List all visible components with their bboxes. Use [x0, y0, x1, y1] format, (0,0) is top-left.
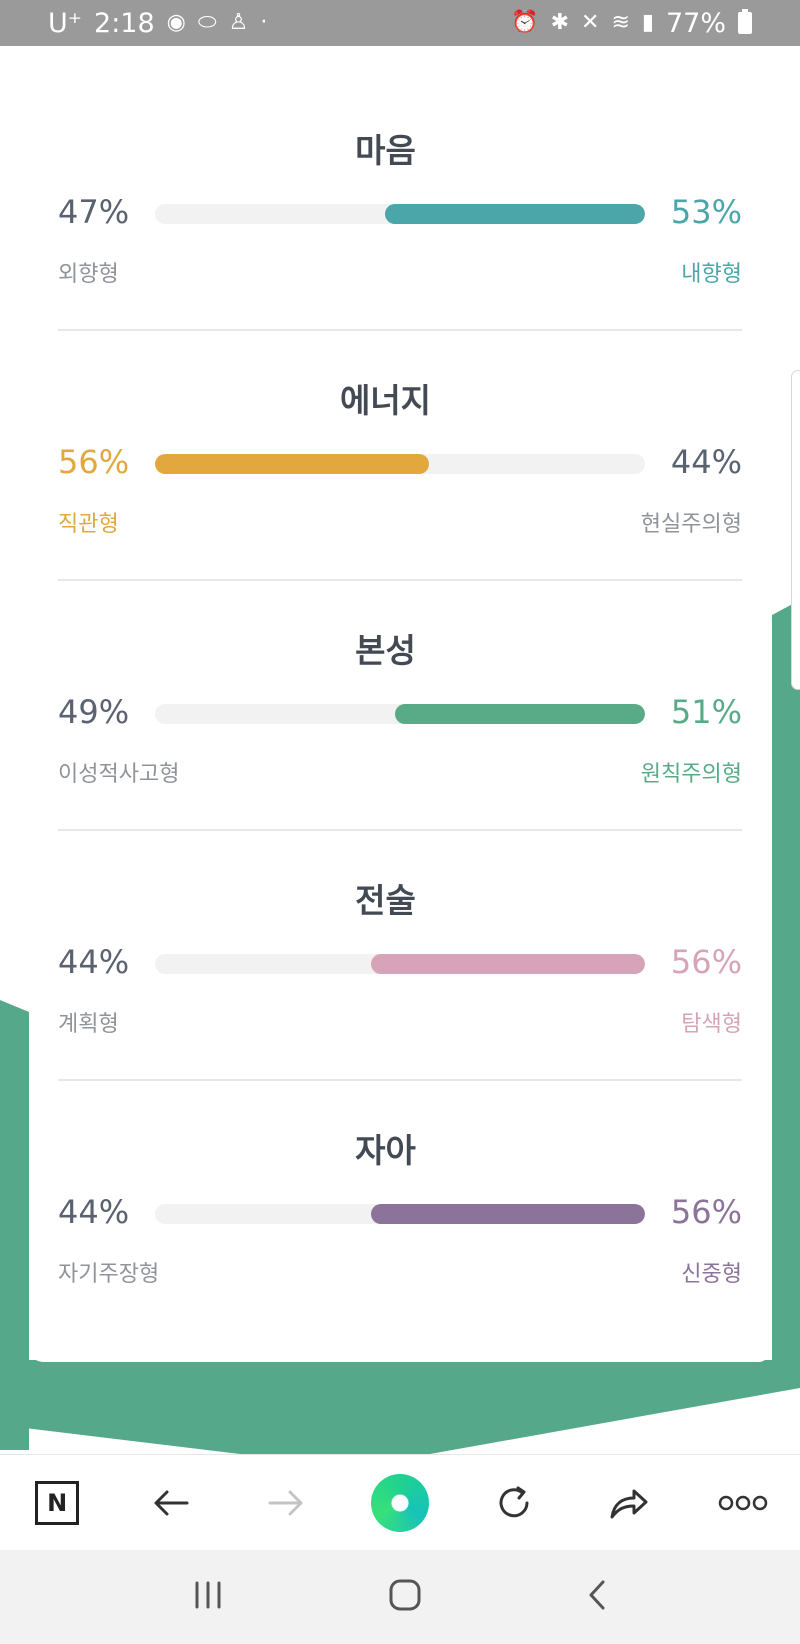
trait-section: 전술 44% 56% 계획형 탐색형: [29, 796, 742, 1081]
back-button[interactable]: [131, 1463, 211, 1543]
section-title: 본성: [355, 631, 416, 670]
app-notification-icon: ♙: [228, 10, 249, 35]
progress-track: [155, 1204, 645, 1224]
share-button[interactable]: [589, 1463, 669, 1543]
back-icon: [589, 1580, 605, 1610]
left-percent: 56%: [58, 443, 130, 481]
right-percent: 44%: [670, 443, 742, 481]
left-percent: 49%: [58, 693, 130, 731]
green-dot-menu-icon: [370, 1473, 429, 1532]
section-title: 마음: [355, 131, 416, 170]
carrier-label: U⁺: [48, 7, 83, 39]
more-icon: [718, 1495, 768, 1510]
left-type-label: 계획형: [58, 1012, 119, 1037]
home-icon: [389, 1579, 421, 1611]
left-percent: 47%: [58, 193, 130, 231]
forward-button[interactable]: [246, 1463, 326, 1543]
reload-icon: [499, 1486, 529, 1517]
right-type-label: 원칙주의형: [640, 762, 742, 787]
trait-section: 본성 49% 51% 이성적사고형 원칙주의형: [29, 546, 742, 831]
progress-fill: [395, 704, 645, 724]
right-percent: 56%: [670, 1193, 742, 1231]
green-dot-button[interactable]: [360, 1463, 440, 1543]
naver-home-button[interactable]: N: [17, 1463, 97, 1543]
left-type-label: 외향형: [58, 262, 119, 287]
battery-icon: [738, 9, 752, 34]
notification-icon: ◉: [166, 10, 186, 35]
right-percent: 56%: [670, 943, 742, 981]
right-percent: 51%: [670, 693, 742, 731]
more-button[interactable]: [703, 1463, 783, 1543]
home-button[interactable]: [387, 1577, 423, 1617]
wifi-icon: ≋: [611, 10, 630, 35]
progress-fill: [155, 454, 429, 474]
scroll-handle[interactable]: [791, 370, 800, 690]
signal-icon: ▮: [641, 10, 654, 35]
back-nav-button[interactable]: [585, 1577, 609, 1617]
left-type-label: 이성적사고형: [58, 762, 180, 787]
right-type-label: 현실주의형: [640, 512, 742, 537]
pill-icon: ⬭: [197, 10, 217, 35]
right-type-label: 탐색형: [681, 1012, 742, 1037]
section-title: 에너지: [339, 381, 432, 420]
trait-section: 마음 47% 53% 외향형 내향형: [29, 46, 742, 331]
recent-apps-button[interactable]: [191, 1580, 225, 1614]
progress-track: [155, 454, 645, 474]
left-percent: 44%: [58, 943, 130, 981]
status-bar: U⁺ 2:18 ◉ ⬭ ♙ · ⏰ ✱ ✕ ≋ ▮ 77%: [0, 0, 800, 46]
right-type-label: 신중형: [681, 1262, 742, 1287]
recent-apps-icon: [195, 1581, 221, 1609]
progress-track: [155, 204, 645, 224]
back-arrow-icon: [154, 1490, 189, 1515]
left-type-label: 자기주장형: [58, 1262, 160, 1287]
bluetooth-icon: ✱: [550, 10, 569, 35]
screen: U⁺ 2:18 ◉ ⬭ ♙ · ⏰ ✱ ✕ ≋ ▮ 77% 마음 47% 53% 외향…: [0, 0, 800, 1644]
trait-section: 자아 44% 56% 자기주장형 신중형: [29, 1046, 742, 1296]
progress-fill: [371, 1204, 645, 1224]
share-icon: [610, 1489, 648, 1518]
right-type-label: 내향형: [681, 262, 742, 287]
section-title: 전술: [355, 881, 416, 920]
progress-fill: [371, 954, 645, 974]
naver-home-icon: N: [35, 1480, 80, 1525]
clock: 2:18: [94, 7, 155, 39]
battery-percent: 77%: [665, 7, 726, 39]
progress-fill: [385, 204, 645, 224]
alarm-icon: ⏰: [511, 10, 539, 35]
progress-track: [155, 954, 645, 974]
mute-icon: ✕: [581, 10, 600, 35]
forward-arrow-icon: [268, 1490, 303, 1515]
left-type-label: 직관형: [58, 512, 119, 537]
left-percent: 44%: [58, 1193, 130, 1231]
right-percent: 53%: [670, 193, 742, 231]
browser-toolbar: N: [0, 1454, 800, 1550]
progress-track: [155, 704, 645, 724]
section-title: 자아: [355, 1131, 416, 1170]
more-notifications-icon: ·: [260, 10, 268, 35]
system-nav-bar: [0, 1550, 800, 1644]
reload-button[interactable]: [474, 1463, 554, 1543]
trait-section: 에너지 56% 44% 직관형 현실주의형: [29, 296, 742, 581]
